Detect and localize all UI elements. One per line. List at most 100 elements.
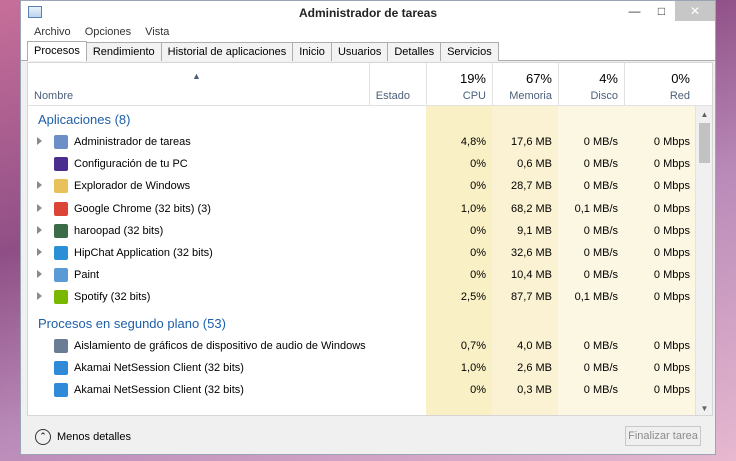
process-disk: 0 MB/s	[583, 180, 618, 193]
expand-arrow-icon[interactable]	[37, 225, 42, 234]
process-row[interactable]: haroopad (32 bits) 0% 9,1 MB 0 MB/s 0 Mbps	[28, 221, 696, 243]
end-task-button[interactable]: Finalizar tarea	[625, 426, 701, 446]
chevron-up-icon: ⌃	[35, 429, 51, 445]
paint-icon	[54, 268, 68, 283]
menu-opciones[interactable]: Opciones	[78, 25, 138, 41]
process-list-panel: ▲ Nombre Estado 19% CPU 67% Memoria 4% D…	[27, 62, 713, 416]
process-row[interactable]: Google Chrome (32 bits) (3) 1,0% 68,2 MB 0,…	[28, 199, 696, 221]
expand-arrow-icon	[37, 363, 42, 371]
process-mem: 4,0 MB	[517, 339, 552, 352]
tab-inicio[interactable]: Inicio	[292, 42, 332, 61]
process-cpu: 0%	[470, 224, 486, 237]
maximize-icon[interactable]: □	[648, 1, 675, 21]
process-net: 0 Mbps	[653, 339, 690, 352]
process-disk: 0 MB/s	[583, 136, 618, 148]
process-rows: Aplicaciones (8) Administrador de tareas 4…	[28, 106, 696, 415]
process-name: Administrador de tareas	[74, 136, 191, 148]
process-mem: 0,6 MB	[517, 158, 552, 171]
process-net: 0 Mbps	[653, 291, 690, 304]
column-memory[interactable]: 67% Memoria	[492, 63, 558, 105]
scroll-thumb[interactable]	[699, 123, 710, 163]
minimize-icon[interactable]: —	[621, 1, 648, 21]
menu-archivo[interactable]: Archivo	[27, 25, 78, 41]
chrome-icon	[54, 201, 68, 216]
tab-historial[interactable]: Historial de aplicaciones	[160, 42, 294, 61]
expand-arrow-icon	[37, 341, 42, 349]
process-cpu: 1,0%	[460, 361, 486, 374]
expand-arrow-icon[interactable]	[37, 181, 42, 190]
process-name: HipChat Application (32 bits)	[74, 247, 213, 259]
tab-bar: Procesos Rendimiento Historial de aplica…	[21, 41, 715, 61]
column-disk[interactable]: 4% Disco	[558, 63, 624, 105]
process-net: 0 Mbps	[653, 136, 690, 148]
column-network[interactable]: 0% Red	[624, 63, 696, 105]
expand-arrow-icon[interactable]	[37, 270, 42, 279]
process-net: 0 Mbps	[653, 180, 690, 193]
expand-arrow-icon[interactable]	[37, 292, 42, 301]
tab-detalles[interactable]: Detalles	[387, 42, 442, 61]
expand-arrow-icon[interactable]	[37, 203, 42, 212]
process-mem: 10,4 MB	[511, 269, 552, 282]
process-mem: 87,7 MB	[511, 291, 552, 304]
process-cpu: 1,0%	[460, 202, 486, 215]
process-row[interactable]: Spotify (32 bits) 2,5% 87,7 MB 0,1 MB/s 0 Mb…	[28, 287, 696, 309]
process-net: 0 Mbps	[653, 384, 690, 396]
process-row[interactable]: Configuración de tu PC 0% 0,6 MB 0 MB/s 0 Mb…	[28, 154, 696, 176]
tab-procesos[interactable]: Procesos	[27, 41, 87, 61]
process-disk: 0 MB/s	[583, 339, 618, 352]
process-cpu: 0,7%	[460, 339, 486, 352]
tab-servicios[interactable]: Servicios	[440, 42, 499, 61]
process-disk: 0,1 MB/s	[574, 291, 618, 304]
process-net: 0 Mbps	[653, 158, 690, 171]
scroll-up-icon[interactable]: ▲	[696, 106, 712, 123]
process-net: 0 Mbps	[653, 247, 690, 259]
tab-rendimiento[interactable]: Rendimiento	[85, 42, 162, 61]
vertical-scrollbar[interactable]: ▲ ▼	[695, 106, 712, 415]
process-mem: 2,6 MB	[517, 361, 552, 374]
process-row[interactable]: Akamai NetSession Client (32 bits) 1,0% 2,…	[28, 358, 696, 380]
tab-usuarios[interactable]: Usuarios	[330, 42, 389, 61]
akamai-icon	[54, 360, 68, 375]
process-mem: 32,6 MB	[511, 247, 552, 259]
process-net: 0 Mbps	[653, 269, 690, 282]
process-row[interactable]: HipChat Application (32 bits) 0% 32,6 MB 0 …	[28, 243, 696, 265]
less-details-button[interactable]: ⌃ Menos detalles	[35, 429, 131, 445]
spotify-icon	[54, 290, 68, 305]
process-cpu: 4,8%	[460, 136, 486, 148]
process-row[interactable]: Akamai NetSession Client (32 bits) 0% 0,3 …	[28, 380, 696, 402]
akamai-icon	[54, 383, 68, 397]
column-status[interactable]: Estado	[369, 63, 426, 105]
process-disk: 0 MB/s	[583, 224, 618, 237]
process-row[interactable]: Paint 0% 10,4 MB 0 MB/s 0 Mbps	[28, 265, 696, 287]
audio-isolation-icon	[54, 338, 68, 353]
close-icon[interactable]: ✕	[675, 1, 715, 21]
process-row[interactable]: Administrador de tareas 4,8% 17,6 MB 0 MB/s…	[28, 132, 696, 154]
expand-arrow-icon[interactable]	[37, 137, 42, 145]
column-name[interactable]: ▲ Nombre	[28, 63, 369, 105]
menu-vista[interactable]: Vista	[138, 25, 176, 41]
process-name: haroopad (32 bits)	[74, 224, 164, 237]
process-disk: 0 MB/s	[583, 384, 618, 396]
process-disk: 0 MB/s	[583, 158, 618, 171]
menu-bar: Archivo Opciones Vista	[21, 25, 715, 41]
process-name: Paint	[74, 269, 100, 282]
sort-ascending-icon: ▲	[192, 71, 201, 81]
column-header: ▲ Nombre Estado 19% CPU 67% Memoria 4% D…	[28, 63, 712, 106]
scroll-down-icon[interactable]: ▼	[696, 400, 712, 415]
process-name: Akamai NetSession Client (32 bits)	[74, 384, 244, 396]
column-cpu[interactable]: 19% CPU	[426, 63, 492, 105]
haroopad-icon	[54, 223, 68, 238]
settings-icon	[54, 157, 68, 172]
process-name: Configuración de tu PC	[74, 158, 188, 171]
process-row[interactable]: Aislamiento de gráficos de dispositivo d…	[28, 336, 696, 358]
process-name: Aislamiento de gráficos de dispositivo d…	[74, 339, 366, 352]
process-mem: 0,3 MB	[517, 384, 552, 396]
group-title: Procesos en segundo plano (53)	[38, 315, 226, 331]
task-manager-window: Administrador de tareas — □ ✕ Archivo Op…	[20, 0, 716, 455]
footer-bar: ⌃ Menos detalles Finalizar tarea	[21, 416, 715, 454]
title-bar: Administrador de tareas — □ ✕	[21, 1, 715, 25]
process-mem: 28,7 MB	[511, 180, 552, 193]
process-row[interactable]: Explorador de Windows 0% 28,7 MB 0 MB/s 0 Mb…	[28, 176, 696, 198]
process-net: 0 Mbps	[653, 202, 690, 215]
expand-arrow-icon[interactable]	[37, 248, 42, 256]
